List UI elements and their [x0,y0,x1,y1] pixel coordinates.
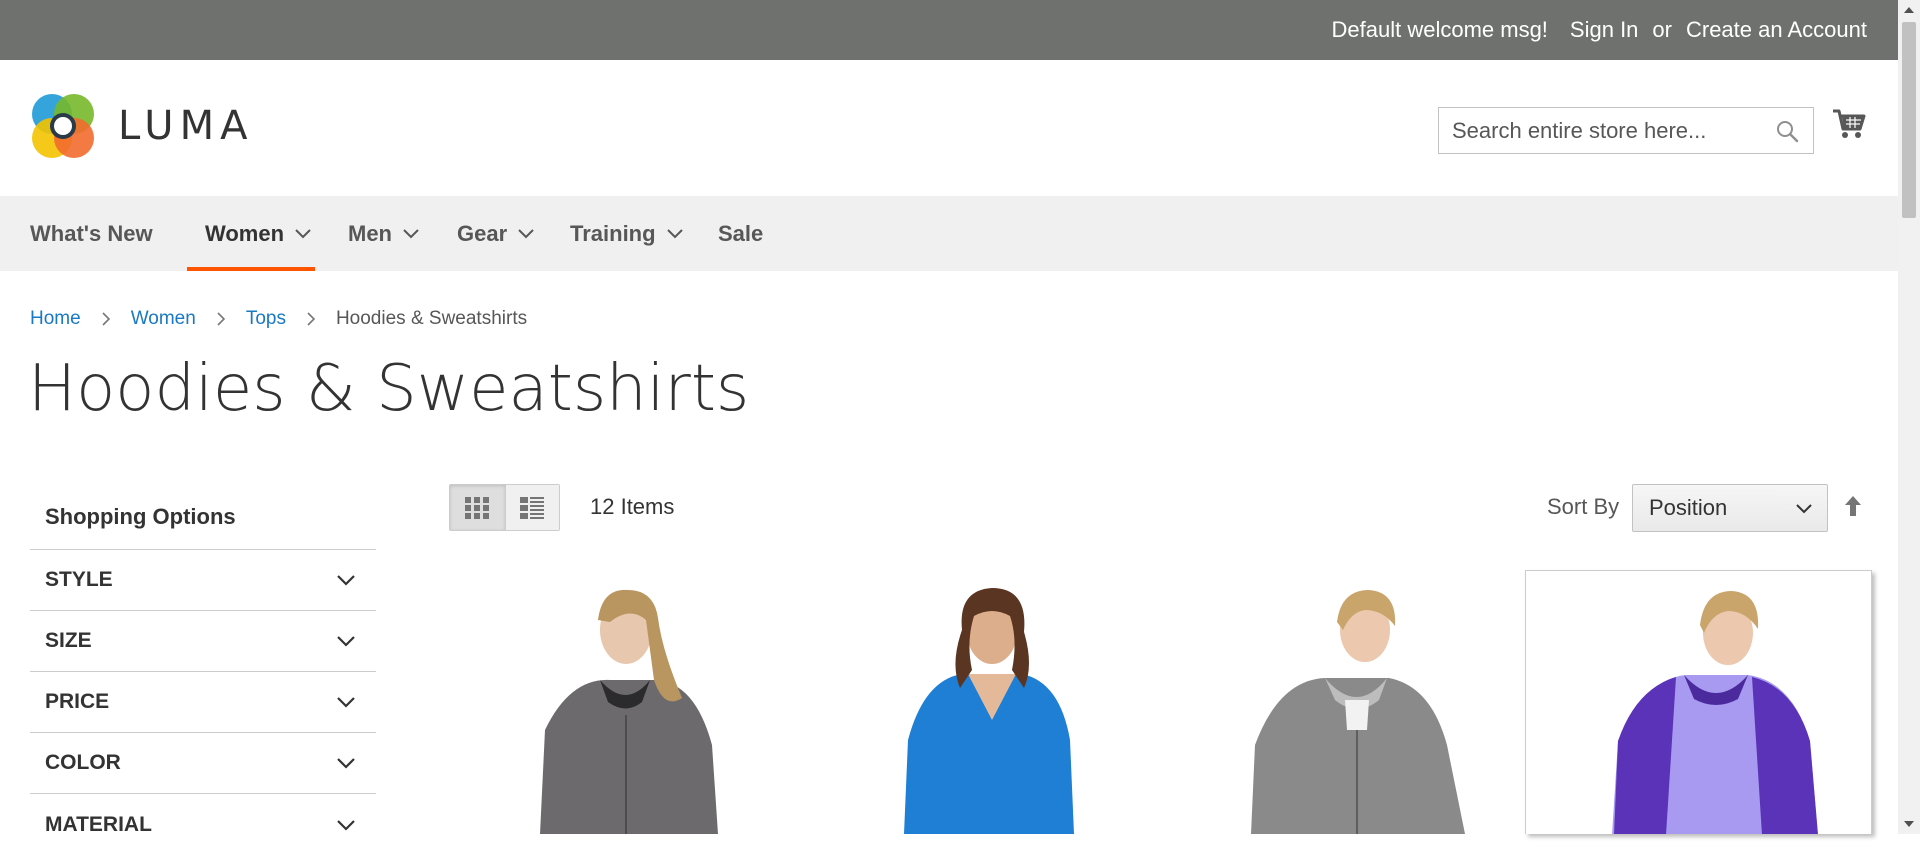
product-item-3[interactable] [1175,570,1520,834]
breadcrumb-women[interactable]: Women [131,308,196,330]
scrollbar-thumb[interactable] [1902,22,1916,218]
chevron-down-icon [337,819,355,831]
top-panel: Default welcome msg! Sign In or Create a… [0,0,1898,60]
item-count: 12 Items [590,494,675,519]
sort-by-label: Sort By [1547,494,1620,519]
sign-in-link[interactable]: Sign In [1570,17,1639,43]
create-account-link[interactable]: Create an Account [1686,17,1867,43]
product-item-4[interactable] [1525,570,1872,834]
search-input[interactable] [1439,108,1759,153]
product-item-1[interactable] [450,570,795,834]
main-navigation: What's New Women Men Gear Training Sale [0,196,1898,271]
chevron-down-icon [337,575,355,586]
chevron-down-icon [337,697,355,708]
filter-color[interactable]: COLOR [30,733,376,794]
breadcrumb: Home Women Tops Hoodies & Sweatshirts [30,308,527,330]
product-item-2[interactable] [812,570,1157,834]
arrow-up-icon[interactable] [1843,494,1863,518]
chevron-down-icon [518,228,534,238]
filter-size[interactable]: SIZE [30,611,376,672]
nav-item-men[interactable]: Men [348,196,420,271]
chevron-right-icon [217,312,225,326]
product-image[interactable] [1526,571,1871,834]
sidebar-title: Shopping Options [30,484,376,550]
active-nav-indicator [187,267,315,271]
page-scrollbar[interactable] [1898,0,1920,834]
welcome-message: Default welcome msg! [1331,17,1548,42]
list-icon [520,496,545,519]
nav-item-sale[interactable]: Sale [718,196,763,271]
page-header: LUMA [0,60,1898,196]
chevron-down-icon [295,228,311,238]
nav-item-label: Gear [457,220,508,246]
nav-item-label: What's New [30,220,153,246]
search-icon[interactable] [1775,119,1799,143]
filter-label: MATERIAL [45,812,152,836]
product-image[interactable] [450,570,795,834]
chevron-down-icon [666,228,683,238]
view-mode-switcher [449,484,560,531]
filter-label: SIZE [45,629,92,652]
nav-item-gear[interactable]: Gear [457,196,535,271]
chevron-down-icon [337,758,355,769]
product-image[interactable] [1175,570,1520,834]
nav-item-training[interactable]: Training [570,196,684,271]
filter-material[interactable]: MATERIAL [30,794,376,855]
grid-view-button[interactable] [450,485,505,530]
scroll-down-arrow-icon[interactable] [1903,819,1915,829]
filter-label: STYLE [45,568,113,591]
page-title: Hoodies & Sweatshirts [28,352,750,426]
chevron-down-icon [1796,504,1812,514]
product-image[interactable] [812,570,1157,834]
nav-item-label: Training [570,220,656,246]
filter-price[interactable]: PRICE [30,672,376,733]
nav-item-label: Men [348,220,392,246]
grid-icon [465,496,490,519]
logo-text: LUMA [118,103,254,149]
filter-label: COLOR [45,751,121,774]
chevron-down-icon [337,636,355,647]
nav-item-whats-new[interactable]: What's New [30,196,153,271]
shopping-options-sidebar: Shopping Options STYLE SIZE PRICE COLOR … [30,484,376,855]
luma-logo-icon [32,94,94,158]
luma-logo[interactable]: LUMA [30,92,253,160]
nav-item-label: Women [205,220,285,246]
filter-label: PRICE [45,690,110,713]
filter-style[interactable]: STYLE [30,550,376,611]
sort-select-value: Position [1649,495,1728,520]
header-links: Default welcome msg! Sign In or Create a… [1332,0,1868,60]
nav-item-women[interactable]: Women [205,196,312,271]
scroll-up-arrow-icon[interactable] [1903,5,1915,15]
chevron-right-icon [307,312,316,326]
chevron-right-icon [102,312,110,326]
search-field[interactable] [1438,107,1814,154]
breadcrumb-tops[interactable]: Tops [246,308,286,330]
or-separator: or [1652,17,1672,42]
nav-item-label: Sale [718,220,764,246]
breadcrumb-current: Hoodies & Sweatshirts [335,308,528,329]
breadcrumb-home[interactable]: Home [30,308,81,330]
shopping-cart-icon[interactable] [1832,107,1866,141]
list-view-button[interactable] [504,485,559,530]
chevron-down-icon [403,228,419,238]
sort-by-select[interactable]: Position [1632,484,1828,532]
